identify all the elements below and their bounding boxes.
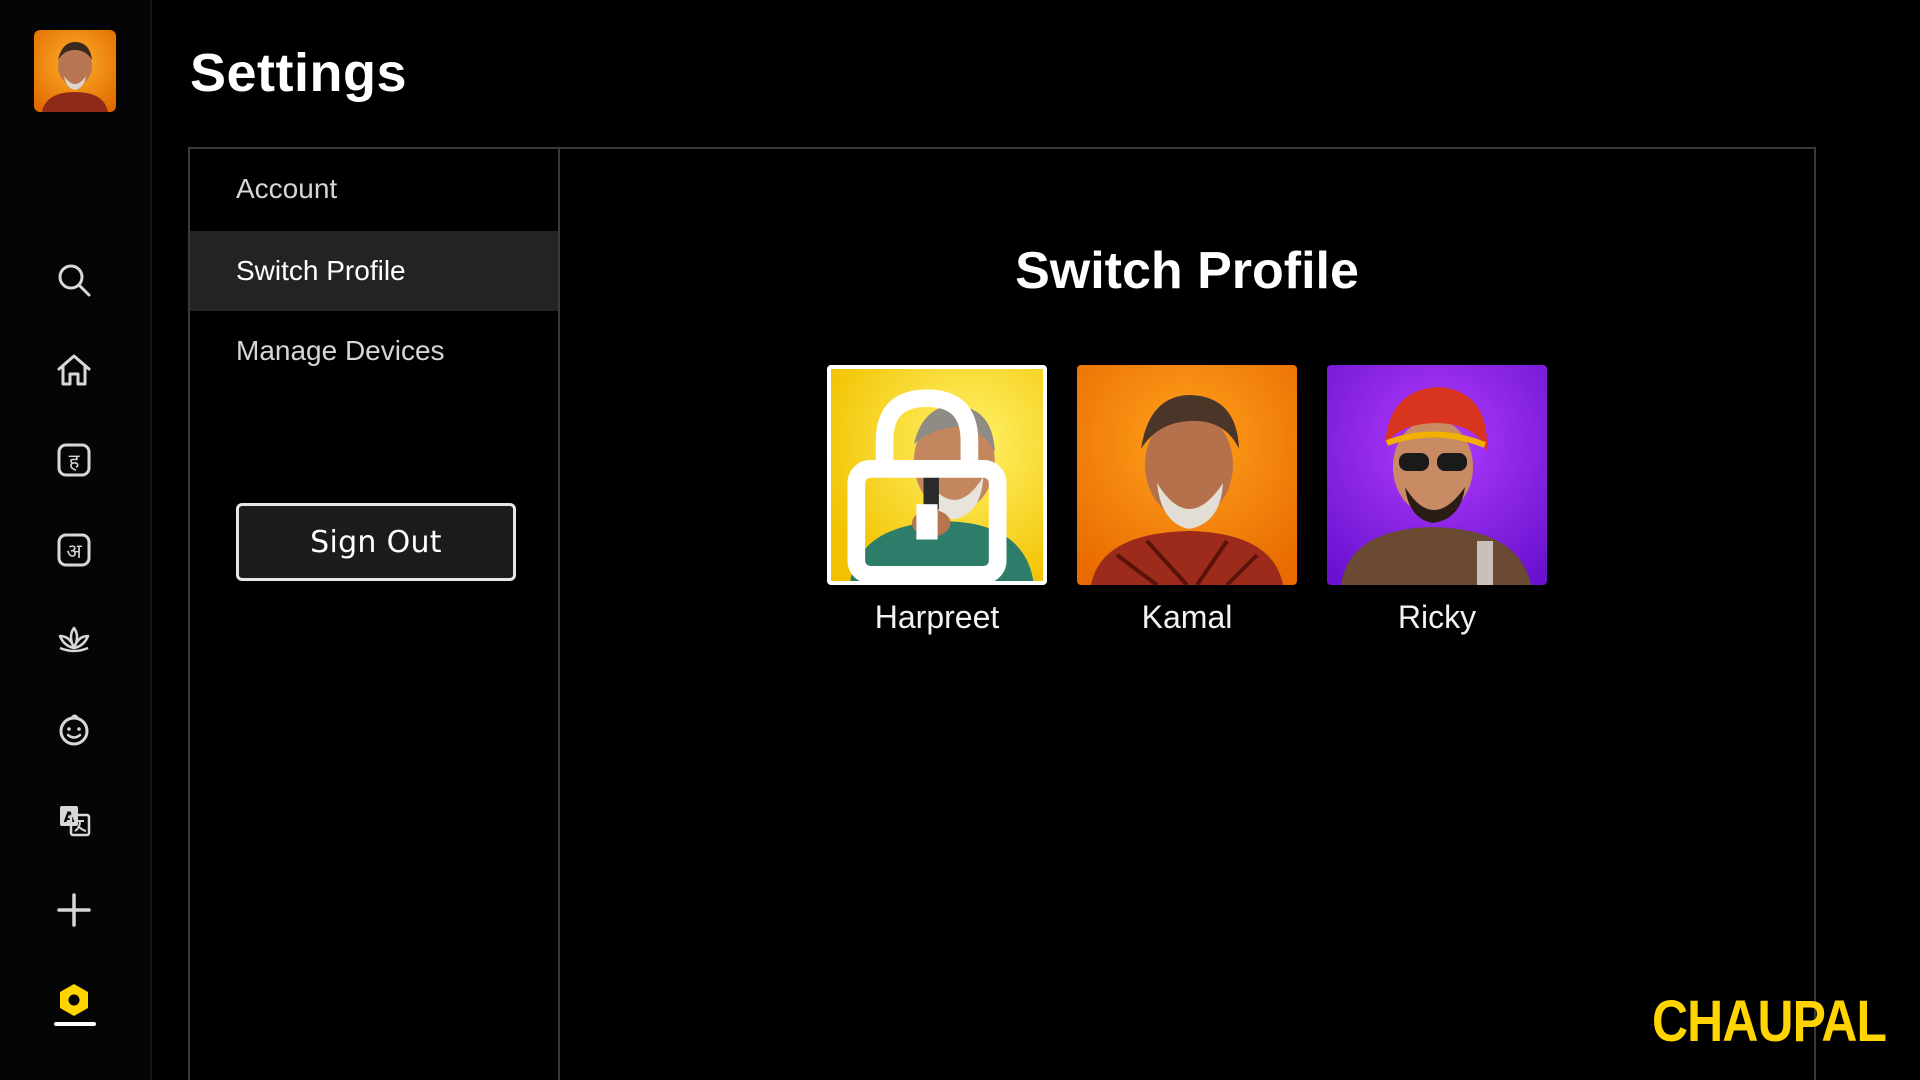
current-profile-avatar[interactable] <box>34 30 116 112</box>
page-title: Settings <box>190 43 408 103</box>
hindi-glyph: ह <box>69 449 80 473</box>
profile-name: Harpreet <box>874 599 1000 635</box>
profile-name: Kamal <box>1141 599 1233 635</box>
profile-card[interactable] <box>1327 365 1547 585</box>
profile-image <box>1327 365 1547 585</box>
profile-kamal[interactable]: Kamal <box>1077 365 1297 636</box>
devanagari-glyph: अ <box>66 539 82 563</box>
menu-item-account[interactable]: Account <box>190 149 558 229</box>
section-title: Switch Profile <box>1015 242 1359 300</box>
settings-panel: Account Switch Profile Manage Devices Si… <box>188 147 1816 1080</box>
lock-icon <box>847 389 1007 581</box>
profile-harpreet[interactable]: Harpreet <box>827 365 1047 636</box>
nav-rail: ह अ A <box>0 0 152 1080</box>
profile-ricky[interactable]: Ricky <box>1327 365 1547 636</box>
switch-profile-content: Switch Profile Harpreet Kamal Ricky <box>560 149 1814 1080</box>
menu-item-switch-profile[interactable]: Switch Profile <box>190 231 558 311</box>
profile-image <box>1077 365 1297 585</box>
lotus-icon[interactable] <box>52 618 96 662</box>
profile-list: Harpreet Kamal Ricky <box>560 365 1814 636</box>
profile-card[interactable] <box>827 365 1047 585</box>
settings-gear-icon[interactable] <box>52 978 96 1022</box>
kids-face-icon[interactable] <box>52 708 96 752</box>
profile-name: Ricky <box>1397 599 1477 635</box>
menu-item-manage-devices[interactable]: Manage Devices <box>190 311 558 391</box>
plus-icon[interactable] <box>52 888 96 932</box>
devanagari-letter-icon[interactable]: अ <box>52 528 96 572</box>
profile-card[interactable] <box>1077 365 1297 585</box>
settings-menu: Account Switch Profile Manage Devices Si… <box>190 149 560 1080</box>
hindi-letter-icon[interactable]: ह <box>52 438 96 482</box>
sign-out-button[interactable]: Sign Out <box>236 503 516 581</box>
home-icon[interactable] <box>52 348 96 392</box>
avatar-image <box>34 30 116 112</box>
app-root: ह अ A Settings Account Switch Profile Ma… <box>0 0 1920 1080</box>
brand-logo: CHAUPAL <box>1652 989 1887 1054</box>
svg-text:A: A <box>64 810 75 826</box>
active-nav-indicator <box>54 1022 96 1026</box>
translate-icon[interactable]: A <box>52 798 96 842</box>
search-icon[interactable] <box>52 258 96 302</box>
